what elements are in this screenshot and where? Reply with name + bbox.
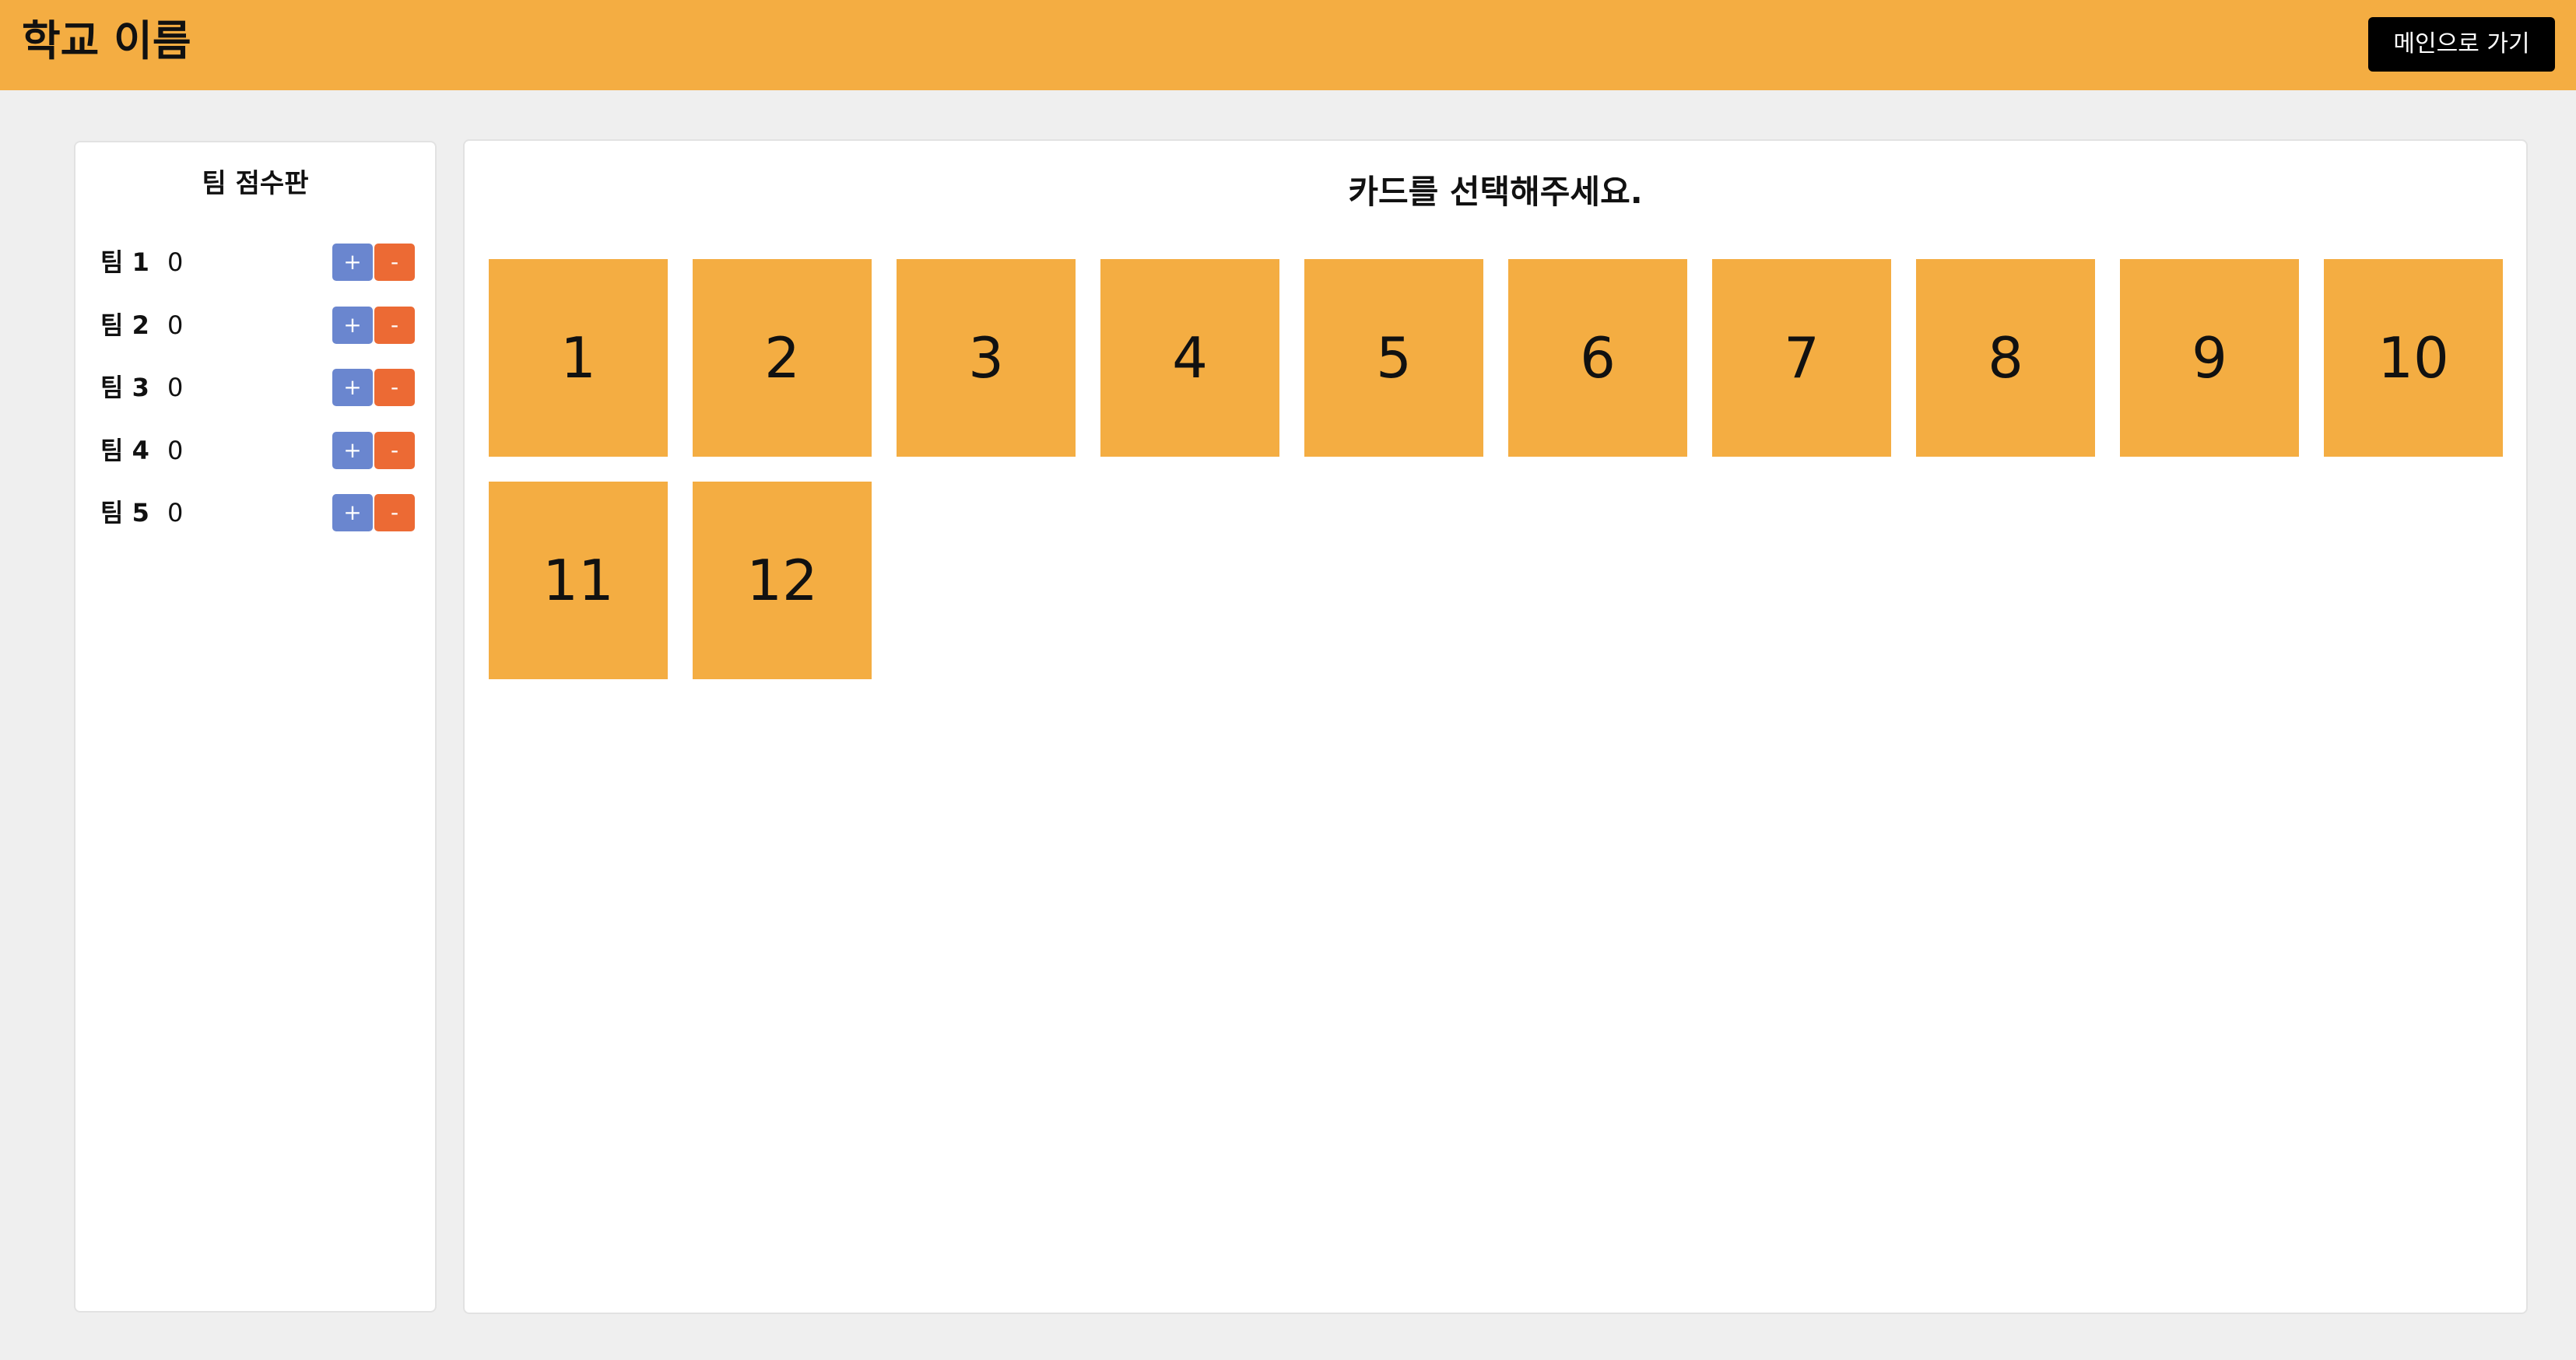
school-name-title: 학교 이름 <box>22 16 191 65</box>
card-1[interactable]: 1 <box>489 259 668 457</box>
team-name: 팀 1 <box>100 247 149 277</box>
card-10[interactable]: 10 <box>2324 259 2503 457</box>
go-to-main-button[interactable]: 메인으로 가기 <box>2368 17 2555 72</box>
decrease-score-button[interactable]: - <box>374 244 415 281</box>
card-12[interactable]: 12 <box>693 482 872 679</box>
card-11[interactable]: 11 <box>489 482 668 679</box>
card-9[interactable]: 9 <box>2120 259 2299 457</box>
card-5[interactable]: 5 <box>1304 259 1483 457</box>
card-4[interactable]: 4 <box>1100 259 1279 457</box>
team-score: 0 <box>167 436 184 465</box>
team-name: 팀 4 <box>100 436 149 465</box>
card-board: 카드를 선택해주세요. 1 2 3 4 5 6 7 8 9 10 11 12 <box>463 139 2528 1314</box>
card-2[interactable]: 2 <box>693 259 872 457</box>
team-row: 팀 5 0 + - <box>100 494 415 531</box>
card-3[interactable]: 3 <box>897 259 1076 457</box>
increase-score-button[interactable]: + <box>332 369 373 406</box>
team-score: 0 <box>167 373 184 402</box>
card-6[interactable]: 6 <box>1508 259 1687 457</box>
team-row: 팀 1 0 + - <box>100 244 415 281</box>
scoreboard-title: 팀 점수판 <box>202 168 309 199</box>
card-8[interactable]: 8 <box>1916 259 2095 457</box>
increase-score-button[interactable]: + <box>332 307 373 344</box>
decrease-score-button[interactable]: - <box>374 307 415 344</box>
card-7[interactable]: 7 <box>1712 259 1891 457</box>
decrease-score-button[interactable]: - <box>374 369 415 406</box>
top-bar: 학교 이름 메인으로 가기 <box>0 0 2576 90</box>
team-name: 팀 3 <box>100 373 149 402</box>
team-row: 팀 2 0 + - <box>100 307 415 344</box>
team-score: 0 <box>167 498 184 528</box>
increase-score-button[interactable]: + <box>332 432 373 469</box>
team-name: 팀 5 <box>100 498 149 528</box>
team-name: 팀 2 <box>100 310 149 340</box>
decrease-score-button[interactable]: - <box>374 432 415 469</box>
select-card-prompt: 카드를 선택해주세요. <box>1348 173 1643 211</box>
increase-score-button[interactable]: + <box>332 494 373 531</box>
increase-score-button[interactable]: + <box>332 244 373 281</box>
team-score: 0 <box>167 247 184 277</box>
decrease-score-button[interactable]: - <box>374 494 415 531</box>
team-scoreboard: 팀 점수판 팀 1 0 + - 팀 2 0 + - 팀 3 0 + - 팀 4 … <box>74 141 437 1313</box>
team-score: 0 <box>167 310 184 340</box>
team-row: 팀 4 0 + - <box>100 432 415 469</box>
team-row: 팀 3 0 + - <box>100 369 415 406</box>
